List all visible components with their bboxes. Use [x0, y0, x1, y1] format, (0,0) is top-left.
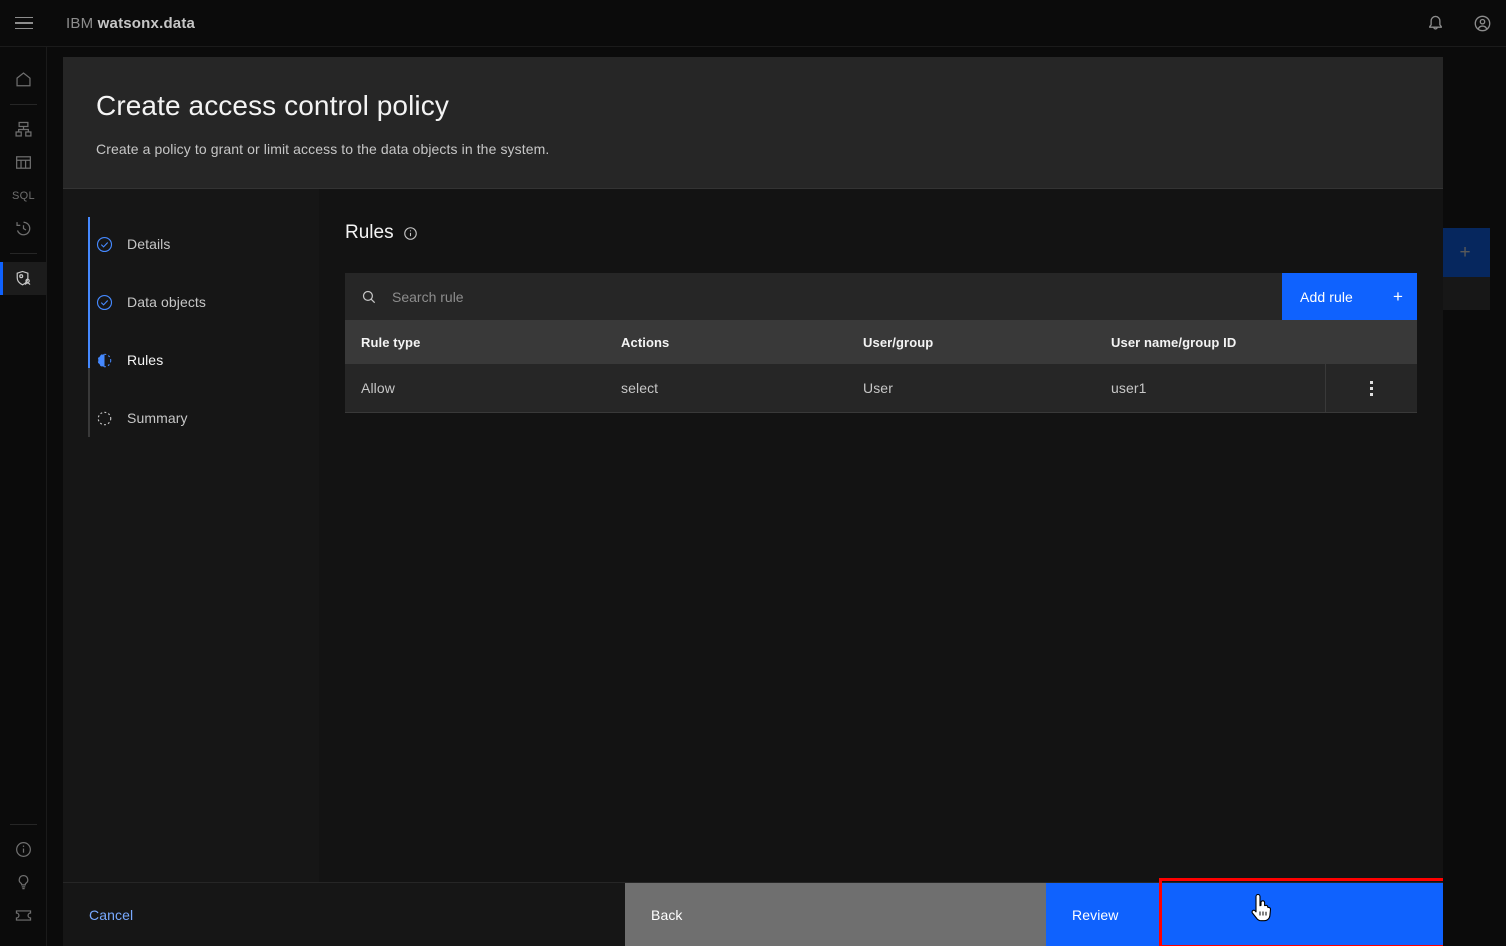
access-control-icon [16, 270, 31, 286]
sidebar-item-access-control[interactable] [0, 262, 47, 295]
add-rule-button[interactable]: Add rule + [1282, 273, 1417, 320]
sidebar-item-home[interactable] [0, 63, 47, 96]
brand-name: watsonx.data [97, 14, 196, 32]
sidebar-item-query-history[interactable] [0, 212, 47, 245]
rules-table: Rule type Actions User/group User name/g… [345, 320, 1417, 413]
review-button[interactable]: Review [1046, 883, 1443, 946]
check-circle-icon [96, 294, 113, 311]
rules-panel: Rules Search rule Add rule + Rule type A… [319, 189, 1443, 882]
add-rule-label: Add rule [1300, 288, 1353, 305]
user-avatar-icon[interactable] [1459, 0, 1506, 47]
step-label: Rules [127, 352, 164, 368]
table-head: Rule type Actions User/group User name/g… [345, 320, 1417, 364]
bell-icon[interactable] [1412, 0, 1459, 47]
brand-prefix: IBM [66, 14, 94, 32]
info-circle-icon [16, 842, 31, 857]
column-header-actions[interactable]: Actions [605, 320, 847, 364]
background-tile [1440, 277, 1490, 310]
rail-divider-3 [10, 824, 37, 825]
table-empty-space [345, 412, 1417, 882]
search-icon [345, 273, 392, 320]
plus-icon: + [1392, 287, 1403, 306]
section-title-text: Rules [345, 222, 394, 243]
header-actions [1412, 0, 1506, 47]
search-container [345, 273, 1282, 320]
table-row[interactable]: Allow select User user1 [345, 364, 1417, 413]
rail-primary-items: SQL [0, 47, 47, 295]
background-add-tile[interactable]: + [1440, 228, 1490, 277]
plus-icon: + [1459, 242, 1471, 263]
column-header-user-group[interactable]: User/group [847, 320, 1095, 364]
modal-body: Details Data objects Rules Summary Rules… [63, 189, 1443, 882]
cell-user-group: User [847, 364, 1095, 413]
sidebar-item-sql[interactable]: SQL [0, 179, 47, 212]
ticket-icon [15, 910, 32, 921]
page-title: Create access control policy [96, 90, 449, 121]
sidebar-item-support[interactable] [0, 899, 47, 932]
half-circle-icon [96, 352, 113, 369]
sql-icon: SQL [12, 189, 35, 202]
sidebar-item-about[interactable] [0, 833, 47, 866]
table-body: Allow select User user1 [345, 364, 1417, 413]
dotted-circle-icon [96, 410, 113, 427]
column-header-rule-type[interactable]: Rule type [345, 320, 605, 364]
progress-indicator: Details Data objects Rules Summary [63, 189, 319, 882]
global-header: IBM watsonx.data [0, 0, 1506, 47]
section-title: Rules [345, 222, 1417, 244]
history-icon [16, 221, 31, 236]
step-summary[interactable]: Summary [63, 389, 319, 447]
side-rail: SQL [0, 47, 47, 946]
overflow-menu-vertical-icon[interactable] [1362, 373, 1381, 404]
column-header-overflow [1325, 320, 1417, 364]
page-subtitle: Create a policy to grant or limit access… [96, 141, 550, 157]
back-button[interactable]: Back [625, 883, 1046, 946]
app-brand[interactable]: IBM watsonx.data [66, 15, 195, 32]
infrastructure-icon [15, 121, 32, 137]
check-circle-icon [96, 236, 113, 253]
sidebar-item-tips[interactable] [0, 866, 47, 899]
rail-secondary-items [0, 816, 47, 932]
hamburger-icon[interactable] [0, 0, 47, 47]
rail-divider-2 [9, 253, 37, 254]
step-label: Data objects [127, 294, 207, 310]
rules-toolbar: Add rule + [345, 273, 1417, 320]
cell-user-name: user1 [1095, 364, 1325, 413]
column-header-user-name[interactable]: User name/group ID [1095, 320, 1325, 364]
search-input[interactable] [392, 273, 1282, 320]
step-details[interactable]: Details [63, 215, 319, 273]
cancel-button[interactable]: Cancel [63, 883, 625, 946]
table-header-row: Rule type Actions User/group User name/g… [345, 320, 1417, 364]
step-label: Details [127, 236, 171, 252]
lightbulb-icon [18, 875, 29, 890]
cell-actions: select [605, 364, 847, 413]
step-label: Summary [127, 410, 188, 426]
step-rules[interactable]: Rules [63, 331, 319, 389]
home-icon [16, 72, 31, 87]
modal-header: Create access control policy Create a po… [63, 57, 1443, 189]
cell-rule-type: Allow [345, 364, 605, 413]
step-data-objects[interactable]: Data objects [63, 273, 319, 331]
create-access-control-policy-modal: Create access control policy Create a po… [63, 57, 1443, 946]
data-table-icon [16, 156, 31, 169]
sidebar-item-data-manager[interactable] [0, 146, 47, 179]
info-circle-icon[interactable] [403, 226, 418, 241]
modal-footer: Cancel Back Review [63, 878, 1443, 946]
rail-divider [9, 104, 37, 105]
cell-overflow [1324, 364, 1417, 413]
sidebar-item-infrastructure[interactable] [0, 113, 47, 146]
